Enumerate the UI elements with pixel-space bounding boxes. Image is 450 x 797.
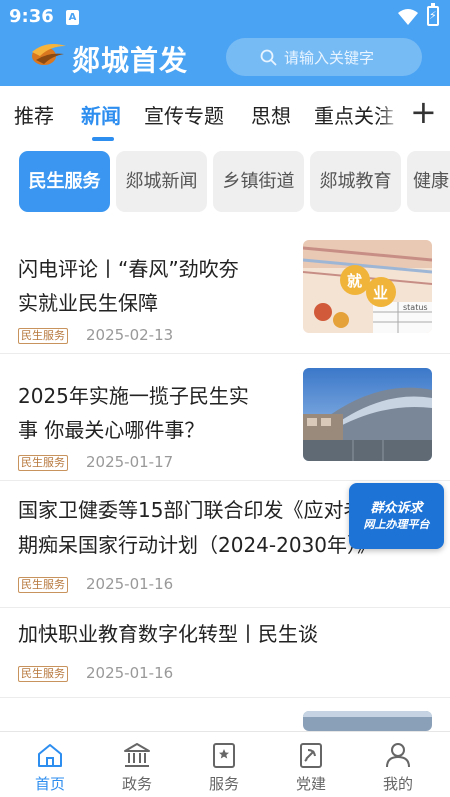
category-tag: 民生服务 <box>18 577 68 593</box>
news-thumbnail <box>303 711 432 731</box>
nav-label: 我的 <box>382 775 413 793</box>
public-petition-badge[interactable]: 群众诉求 网上办理平台 <box>349 483 444 549</box>
nav-label: 首页 <box>34 775 65 793</box>
service-icon <box>213 743 235 768</box>
nav-government[interactable]: 政务 <box>92 732 182 797</box>
chip-towns-streets[interactable]: 乡镇街道 <box>213 151 304 212</box>
tab-thought[interactable]: 思想 <box>251 100 291 129</box>
tab-recommend[interactable]: 推荐 <box>14 100 54 129</box>
logo-icon <box>32 44 66 65</box>
tab-fade <box>380 86 400 142</box>
tab-campaign-topics[interactable]: 宣传专题 <box>144 100 224 129</box>
news-item[interactable]: 2025年实施一揽子民生实 事 你最关心哪件事？ 民生服务 2025-01-17 <box>0 354 450 481</box>
news-thumbnail <box>303 368 432 461</box>
badge-line-2: 网上办理平台 <box>363 518 430 531</box>
search-placeholder: 请输入关键字 <box>284 49 375 67</box>
app-title: 郯城首发 <box>72 44 189 77</box>
nav-label: 政务 <box>121 775 152 793</box>
sim-icon: A <box>66 10 79 25</box>
news-title-line: 实就业民生保障 <box>18 291 158 315</box>
building-image <box>303 368 432 461</box>
app-header: 9:36 A ⚡ 郯城首发 请输入关键字 <box>0 0 450 86</box>
nav-mine[interactable]: 我的 <box>353 732 443 797</box>
nav-home[interactable]: 首页 <box>5 732 95 797</box>
tab-news[interactable]: 新闻 <box>81 100 121 129</box>
employment-image: status 就 业 <box>303 240 432 333</box>
news-item[interactable]: 加快职业教育数字化转型丨民生谈 民生服务 2025-01-16 <box>0 608 450 698</box>
home-icon <box>38 744 62 767</box>
news-date: 2025-01-16 <box>86 575 174 593</box>
add-channel-button[interactable]: + <box>400 86 450 142</box>
government-icon <box>124 743 150 767</box>
news-date: 2025-01-17 <box>86 453 174 471</box>
plus-icon: + <box>410 93 437 131</box>
category-tag: 民生服务 <box>18 666 68 682</box>
category-tag: 民生服务 <box>18 455 68 471</box>
news-title-line: 事 你最关心哪件事？ <box>18 418 205 442</box>
nav-label: 服务 <box>208 775 239 793</box>
wifi-icon <box>398 9 418 25</box>
channel-tabs: 推荐 新闻 宣传专题 思想 重点关注 + <box>0 86 450 142</box>
category-chips: 民生服务 郯城新闻 乡镇街道 郯城教育 健康 <box>0 150 450 214</box>
thumb-char-1: 就 <box>347 272 362 290</box>
category-tag: 民生服务 <box>18 328 68 344</box>
nav-label: 党建 <box>295 775 326 793</box>
status-bar: 9:36 A ⚡ <box>0 0 450 34</box>
chip-livelihood-services[interactable]: 民生服务 <box>19 151 110 212</box>
nav-party-building[interactable]: 党建 <box>266 732 356 797</box>
battery-icon: ⚡ <box>427 3 439 26</box>
news-item[interactable]: 闪电评论丨“春风”劲吹夯 实就业民生保障 民生服务 2025-02-13 sta… <box>0 227 450 354</box>
search-input[interactable]: 请输入关键字 <box>226 38 422 76</box>
news-title-line: 2025年实施一揽子民生实 <box>18 384 249 408</box>
status-time: 9:36 <box>9 6 54 27</box>
news-title-line: 闪电评论丨“春风”劲吹夯 <box>18 257 239 281</box>
thumb-char-2: 业 <box>373 284 388 302</box>
party-icon <box>300 743 322 768</box>
chip-health[interactable]: 健康 <box>407 151 450 212</box>
news-date: 2025-01-16 <box>86 664 174 682</box>
news-thumbnail: status 就 业 <box>303 240 432 333</box>
news-title-line: 加快职业教育数字化转型丨民生谈 <box>18 622 318 646</box>
search-icon <box>260 49 277 66</box>
nav-service[interactable]: 服务 <box>179 732 269 797</box>
thumbnail-image <box>303 711 432 731</box>
chip-tancheng-news[interactable]: 郯城新闻 <box>116 151 207 212</box>
chip-tancheng-education[interactable]: 郯城教育 <box>310 151 401 212</box>
bottom-navigation: 首页 政务 服务 党建 我的 <box>0 731 450 797</box>
news-date: 2025-02-13 <box>86 326 174 344</box>
news-item[interactable] <box>0 698 450 731</box>
user-icon <box>386 743 410 768</box>
thumb-status-text: status <box>403 303 428 312</box>
active-tab-indicator <box>92 137 114 141</box>
badge-line-1: 群众诉求 <box>370 501 423 516</box>
